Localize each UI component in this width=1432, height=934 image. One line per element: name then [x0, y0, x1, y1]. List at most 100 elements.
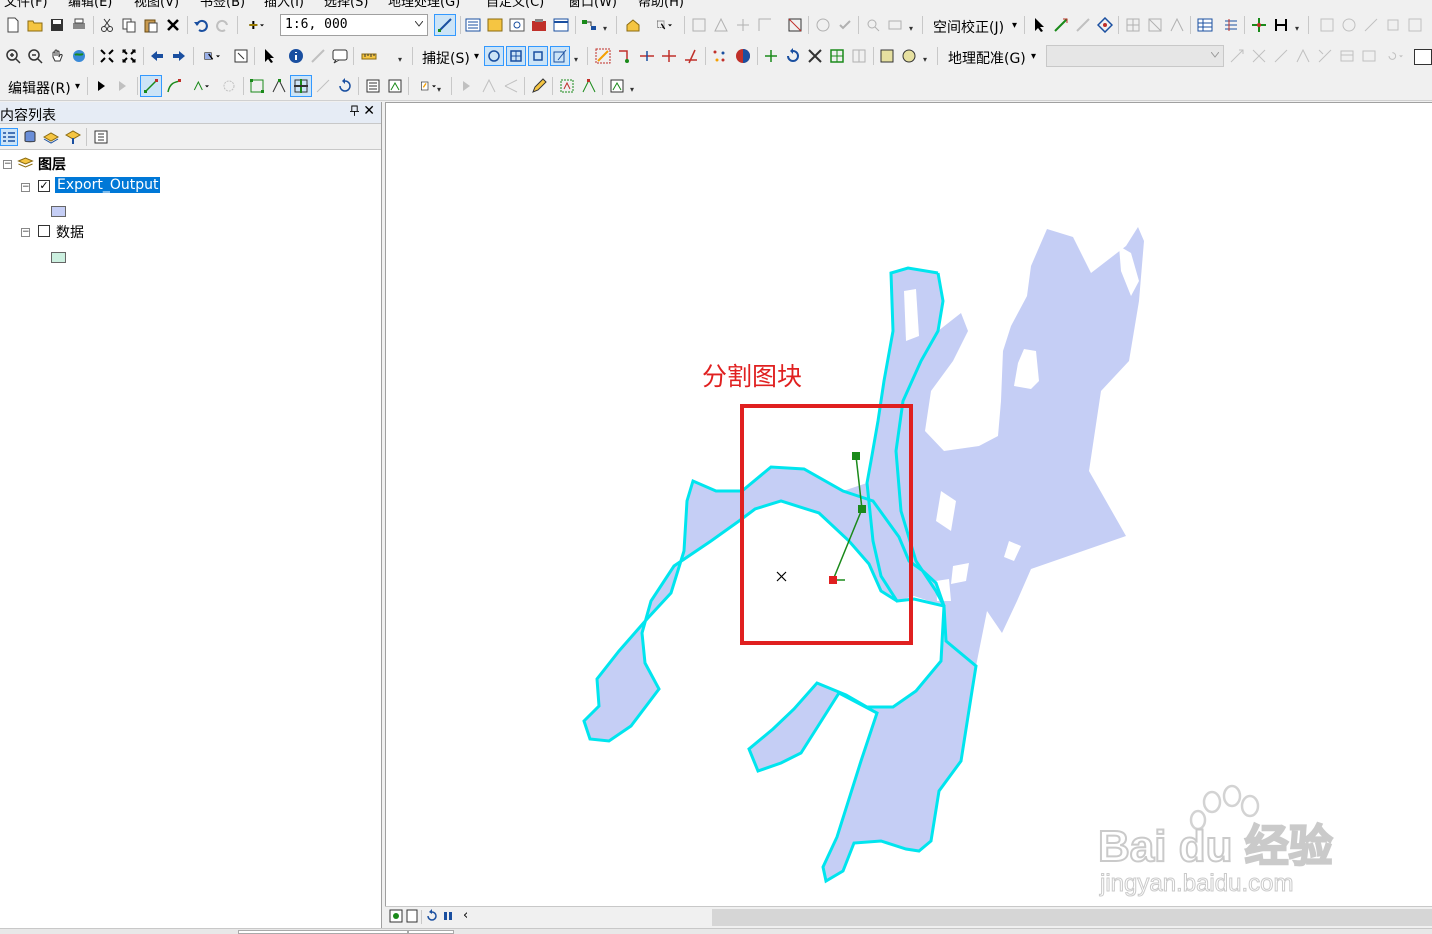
extend-trim-icon[interactable] — [660, 47, 678, 65]
editor-toolbar-toggle-icon[interactable] — [434, 14, 456, 36]
menu-geoprocessing[interactable]: 地理处理(G) — [388, 0, 460, 8]
edit-annotation-icon[interactable] — [114, 77, 132, 95]
collapse-layer-icon[interactable]: − — [21, 228, 30, 237]
cad-tool-icon-5[interactable] — [1406, 16, 1424, 34]
straight-segment-active-icon[interactable] — [140, 75, 162, 97]
list-by-source-icon[interactable] — [21, 128, 39, 146]
bottom-tab[interactable] — [408, 930, 454, 934]
map-scale-combo[interactable]: 1:6, 000 — [280, 14, 428, 36]
go-back-icon[interactable] — [148, 47, 166, 65]
sketch-vertex[interactable] — [852, 452, 860, 460]
view-links-icon[interactable] — [1222, 16, 1240, 34]
validate-icon-1[interactable] — [814, 16, 832, 34]
menu-bookmarks[interactable]: 书签(B) — [200, 0, 245, 8]
toc-window-icon[interactable] — [464, 16, 482, 34]
georeferencing-menu[interactable]: 地理配准(G) — [948, 48, 1026, 68]
limited-adjustment-icon[interactable] — [1096, 16, 1114, 34]
select-elements-arrow-icon[interactable] — [260, 47, 278, 65]
cad-tool-icon-4[interactable] — [1384, 16, 1402, 34]
catalog-window-icon[interactable] — [486, 16, 504, 34]
python-window-icon[interactable] — [552, 16, 570, 34]
topology-icon-4[interactable] — [756, 16, 774, 34]
open-folder-icon[interactable] — [26, 16, 44, 34]
menu-file[interactable]: 文件(F) — [4, 0, 48, 8]
georef-tool-icon-1[interactable] — [1228, 47, 1246, 65]
sketch-properties-icon[interactable] — [386, 77, 404, 95]
list-by-visibility-icon[interactable] — [42, 128, 60, 146]
collapse-layer-icon[interactable]: − — [21, 183, 30, 192]
topology-icon-3[interactable] — [734, 16, 752, 34]
menu-windows[interactable]: 窗口(W) — [568, 0, 617, 8]
new-displacement-link-icon[interactable] — [1052, 16, 1070, 34]
scatter-points-icon[interactable] — [710, 47, 728, 65]
layer-symbol-swatch[interactable] — [51, 206, 66, 217]
link-table-icon[interactable] — [1196, 16, 1214, 34]
midpoint-icon[interactable] — [220, 77, 238, 95]
split-line-icon[interactable] — [638, 47, 656, 65]
georef-tool-icon-3[interactable] — [1272, 47, 1290, 65]
select-features-icon[interactable] — [198, 47, 226, 65]
fixed-zoom-in-icon[interactable] — [98, 47, 116, 65]
sketch-last-vertex[interactable] — [829, 576, 837, 584]
search-window-icon[interactable] — [508, 16, 526, 34]
construction-tools-icon[interactable] — [187, 77, 215, 95]
georef-view-icon[interactable] — [1360, 47, 1378, 65]
chevron-down-icon[interactable]: ▾ — [75, 81, 80, 92]
shared-features-icon[interactable] — [580, 77, 598, 95]
html-popup-icon[interactable] — [331, 47, 349, 65]
georef-tool-icon-5[interactable] — [1316, 47, 1334, 65]
cut-polygons-icon[interactable] — [290, 75, 312, 97]
model-builder-icon[interactable] — [580, 16, 598, 34]
topology-icon-2[interactable] — [712, 16, 730, 34]
chevron-down-icon[interactable]: ▾ — [1031, 51, 1036, 62]
cut-icon[interactable] — [98, 16, 116, 34]
spatial-adjustment-menu[interactable]: 空间校正(J) — [933, 17, 1004, 37]
print-icon[interactable] — [70, 16, 88, 34]
topology-edit-icon[interactable] — [558, 77, 576, 95]
point-snapping-icon[interactable] — [484, 46, 504, 66]
generalize-icon[interactable] — [900, 47, 918, 65]
layer-symbol-swatch[interactable] — [51, 252, 66, 263]
undo-icon[interactable] — [192, 16, 210, 34]
show-shared-edges-icon[interactable] — [608, 77, 626, 95]
menu-view[interactable]: 视图(V) — [134, 0, 179, 8]
advanced-edit-icon-1[interactable] — [458, 77, 476, 95]
toolbar-grip-icon[interactable]: ▾ — [398, 56, 406, 69]
clear-selection-icon[interactable] — [232, 47, 250, 65]
data-view-icon[interactable] — [389, 909, 403, 923]
cad-tool-icon-1[interactable] — [1318, 16, 1336, 34]
grid-green-icon[interactable] — [828, 47, 846, 65]
horizontal-scrollbar[interactable] — [712, 909, 1432, 926]
adjust-grid-icon-3[interactable] — [1168, 16, 1186, 34]
menu-insert[interactable]: 插入(I) — [264, 0, 304, 8]
zoom-out-icon[interactable] — [26, 47, 44, 65]
error-inspector-icon[interactable] — [864, 16, 882, 34]
pencil-edit-icon[interactable] — [530, 77, 548, 95]
advanced-edit-icon-3[interactable] — [502, 77, 520, 95]
toolbar-grip-icon[interactable]: ▾ — [630, 86, 638, 99]
layer-name-data[interactable]: 数据 — [56, 222, 84, 242]
layer-visibility-checkbox[interactable] — [38, 225, 50, 237]
edge-snap-icon[interactable] — [1250, 16, 1268, 34]
clip-icon[interactable] — [878, 47, 896, 65]
add-data-icon[interactable] — [242, 16, 270, 34]
collapse-layers-icon[interactable]: − — [3, 160, 12, 169]
end-point-arc-icon[interactable] — [165, 77, 183, 95]
georef-input-box[interactable] — [1414, 49, 1432, 65]
georef-rotate-icon[interactable] — [1382, 47, 1408, 65]
straight-segment-icon[interactable] — [594, 47, 612, 65]
full-extent-icon[interactable] — [70, 47, 88, 65]
rotate-tool-icon[interactable] — [784, 47, 802, 65]
georef-tool-icon-4[interactable] — [1294, 47, 1312, 65]
list-by-drawing-order-icon[interactable] — [0, 128, 18, 146]
layout-view-icon[interactable] — [405, 909, 419, 923]
go-forward-icon[interactable] — [170, 47, 188, 65]
toc-options-icon[interactable] — [92, 128, 110, 146]
function-tool-icon[interactable] — [762, 47, 780, 65]
topology-error-icon[interactable] — [786, 16, 804, 34]
merge-icon[interactable] — [806, 47, 824, 65]
pin-icon[interactable] — [350, 105, 359, 119]
toolbar-grip-icon[interactable]: ▾ — [909, 25, 917, 38]
modify-link-icon[interactable] — [1074, 16, 1092, 34]
vertex-snapping-icon[interactable] — [528, 46, 548, 66]
